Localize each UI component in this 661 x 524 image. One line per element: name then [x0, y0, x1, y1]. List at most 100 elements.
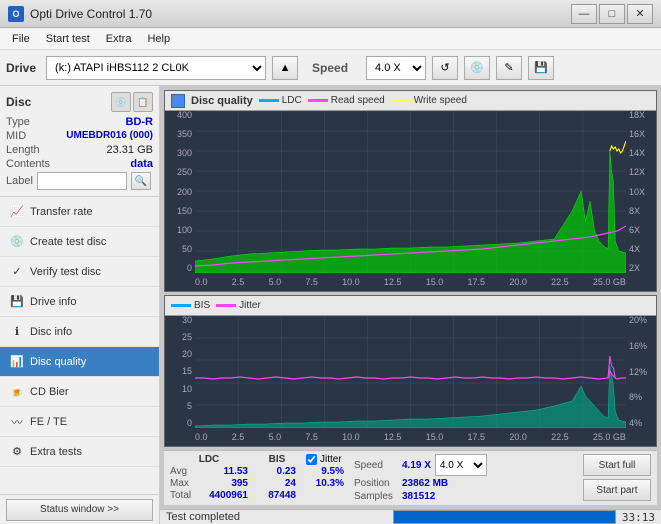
nav-fe-te[interactable]: 〰 FE / TE — [0, 407, 159, 437]
nav-disc-info[interactable]: ℹ Disc info — [0, 317, 159, 347]
chart2-header: BIS Jitter — [165, 296, 656, 316]
avg-label: Avg — [170, 466, 198, 477]
close-button[interactable]: ✕ — [627, 4, 653, 24]
nav-extra-tests-label: Extra tests — [30, 446, 82, 458]
legend-write-speed-dot — [391, 99, 411, 102]
jitter-label: Jitter — [320, 454, 342, 465]
position-label: Position — [354, 478, 398, 489]
jitter-max: 10.3% — [306, 478, 344, 489]
position-value: 23862 MB — [402, 478, 448, 489]
disc-section: Disc 💿 📋 Type BD-R MID UMEBDR016 (000) L… — [0, 86, 159, 197]
app-icon: O — [8, 6, 24, 22]
mid-value: UMEBDR016 (000) — [66, 130, 153, 142]
legend-read-speed: Read speed — [308, 95, 385, 106]
menu-start-test[interactable]: Start test — [38, 31, 98, 47]
jitter-check-row: Jitter — [306, 454, 344, 465]
bis-total: 87448 — [258, 490, 296, 501]
nav-verify-test-disc-label: Verify test disc — [30, 266, 101, 278]
nav-cd-bier[interactable]: 🍺 CD Bier — [0, 377, 159, 407]
menu-help[interactable]: Help — [139, 31, 178, 47]
nav-transfer-rate[interactable]: 📈 Transfer rate — [0, 197, 159, 227]
chart2-body: 30 25 20 15 10 5 0 20% 16% 12% 8% 4 — [165, 316, 656, 446]
disc-icon1[interactable]: 💿 — [111, 92, 131, 112]
chart1-y-axis-right: 18X 16X 14X 12X 10X 8X 6X 4X 2X — [626, 111, 656, 273]
stats-bar: LDC Avg 11.53 Max 395 Total 4400961 — [164, 450, 657, 505]
progress-bar — [393, 510, 616, 524]
fe-te-icon: 〰 — [10, 415, 24, 429]
bottom-bar: Test completed 33:13 — [160, 509, 661, 524]
contents-value: data — [130, 158, 153, 170]
chart2-y-axis-right: 20% 16% 12% 8% 4% — [626, 316, 656, 428]
label-input[interactable] — [37, 172, 127, 190]
bis-max: 24 — [258, 478, 296, 489]
nav-transfer-rate-label: Transfer rate — [30, 206, 93, 218]
chart2-svg — [195, 316, 626, 428]
menu-file[interactable]: File — [4, 31, 38, 47]
speed-value: 4.19 X — [402, 460, 431, 471]
nav-items: 📈 Transfer rate 💿 Create test disc ✓ Ver… — [0, 197, 159, 494]
speed-select[interactable]: 4.0 X — [366, 56, 426, 80]
nav-disc-quality-label: Disc quality — [30, 356, 86, 368]
status-window-btn[interactable]: Status window >> — [6, 499, 153, 521]
main-content: Disc quality LDC Read speed Write speed — [160, 86, 661, 524]
toolbar: Drive (k:) ATAPI iHBS112 2 CL0K ▲ Speed … — [0, 50, 661, 86]
nav-disc-quality[interactable]: 📊 Disc quality — [0, 347, 159, 377]
nav-drive-info-label: Drive info — [30, 296, 76, 308]
refresh-button[interactable]: ↺ — [432, 56, 458, 80]
nav-extra-tests[interactable]: ⚙ Extra tests — [0, 437, 159, 467]
disc-button[interactable]: 💿 — [464, 56, 490, 80]
maximize-button[interactable]: □ — [599, 4, 625, 24]
legend-bis-dot — [171, 304, 191, 307]
chart-panel-1: Disc quality LDC Read speed Write speed — [164, 90, 657, 292]
start-part-button[interactable]: Start part — [583, 479, 651, 501]
disc-section-title: Disc — [6, 95, 31, 109]
speed-col: Speed 4.19 X 4.0 X Position 23862 MB Sam… — [354, 454, 487, 502]
verify-test-disc-icon: ✓ — [10, 265, 24, 279]
disc-info-icon: ℹ — [10, 325, 24, 339]
nav-verify-test-disc[interactable]: ✓ Verify test disc — [0, 257, 159, 287]
legend-write-speed: Write speed — [391, 95, 467, 106]
length-value: 23.31 GB — [107, 144, 153, 156]
label-btn[interactable]: 🔍 — [131, 172, 151, 190]
contents-label: Contents — [6, 158, 50, 170]
drive-label: Drive — [6, 61, 36, 75]
legend-write-speed-label: Write speed — [414, 95, 467, 106]
nav-disc-info-label: Disc info — [30, 326, 72, 338]
type-label: Type — [6, 116, 30, 128]
cd-bier-icon: 🍺 — [10, 385, 24, 399]
stats-ldc-col: LDC Avg 11.53 Max 395 Total 4400961 — [170, 454, 248, 501]
start-full-button[interactable]: Start full — [583, 454, 651, 476]
legend-ldc-label: LDC — [282, 95, 302, 106]
eject-button[interactable]: ▲ — [272, 56, 298, 80]
chart2-y-axis-left: 30 25 20 15 10 5 0 — [165, 316, 195, 428]
speed-label-text: Speed — [354, 460, 398, 471]
save-button[interactable]: 💾 — [528, 56, 554, 80]
action-buttons: Start full Start part — [583, 454, 651, 501]
bis-avg: 0.23 — [258, 466, 296, 477]
write-button[interactable]: ✎ — [496, 56, 522, 80]
transfer-rate-icon: 📈 — [10, 205, 24, 219]
drive-select[interactable]: (k:) ATAPI iHBS112 2 CL0K — [46, 56, 266, 80]
menu-extra[interactable]: Extra — [98, 31, 140, 47]
legend-jitter-dot — [216, 304, 236, 307]
chart1-title: Disc quality — [191, 95, 253, 107]
nav-create-test-disc-label: Create test disc — [30, 236, 106, 248]
nav-create-test-disc[interactable]: 💿 Create test disc — [0, 227, 159, 257]
speed-label: Speed — [312, 61, 360, 75]
bis-header: BIS — [258, 454, 296, 465]
legend-bis: BIS — [171, 300, 210, 311]
legend-ldc: LDC — [259, 95, 302, 106]
position-row: Position 23862 MB — [354, 478, 487, 489]
jitter-checkbox[interactable] — [306, 454, 317, 465]
chart1-y-axis-left: 400 350 300 250 200 150 100 50 0 — [165, 111, 195, 273]
nav-fe-te-label: FE / TE — [30, 416, 67, 428]
nav-cd-bier-label: CD Bier — [30, 386, 69, 398]
minimize-button[interactable]: — — [571, 4, 597, 24]
nav-drive-info[interactable]: 💾 Drive info — [0, 287, 159, 317]
disc-icon2[interactable]: 📋 — [133, 92, 153, 112]
jitter-avg: 9.5% — [306, 466, 344, 477]
legend-read-speed-dot — [308, 99, 328, 102]
speed-dropdown[interactable]: 4.0 X — [435, 454, 487, 476]
chart-panel-2: BIS Jitter 30 25 20 15 10 5 — [164, 295, 657, 447]
samples-label: Samples — [354, 491, 398, 502]
